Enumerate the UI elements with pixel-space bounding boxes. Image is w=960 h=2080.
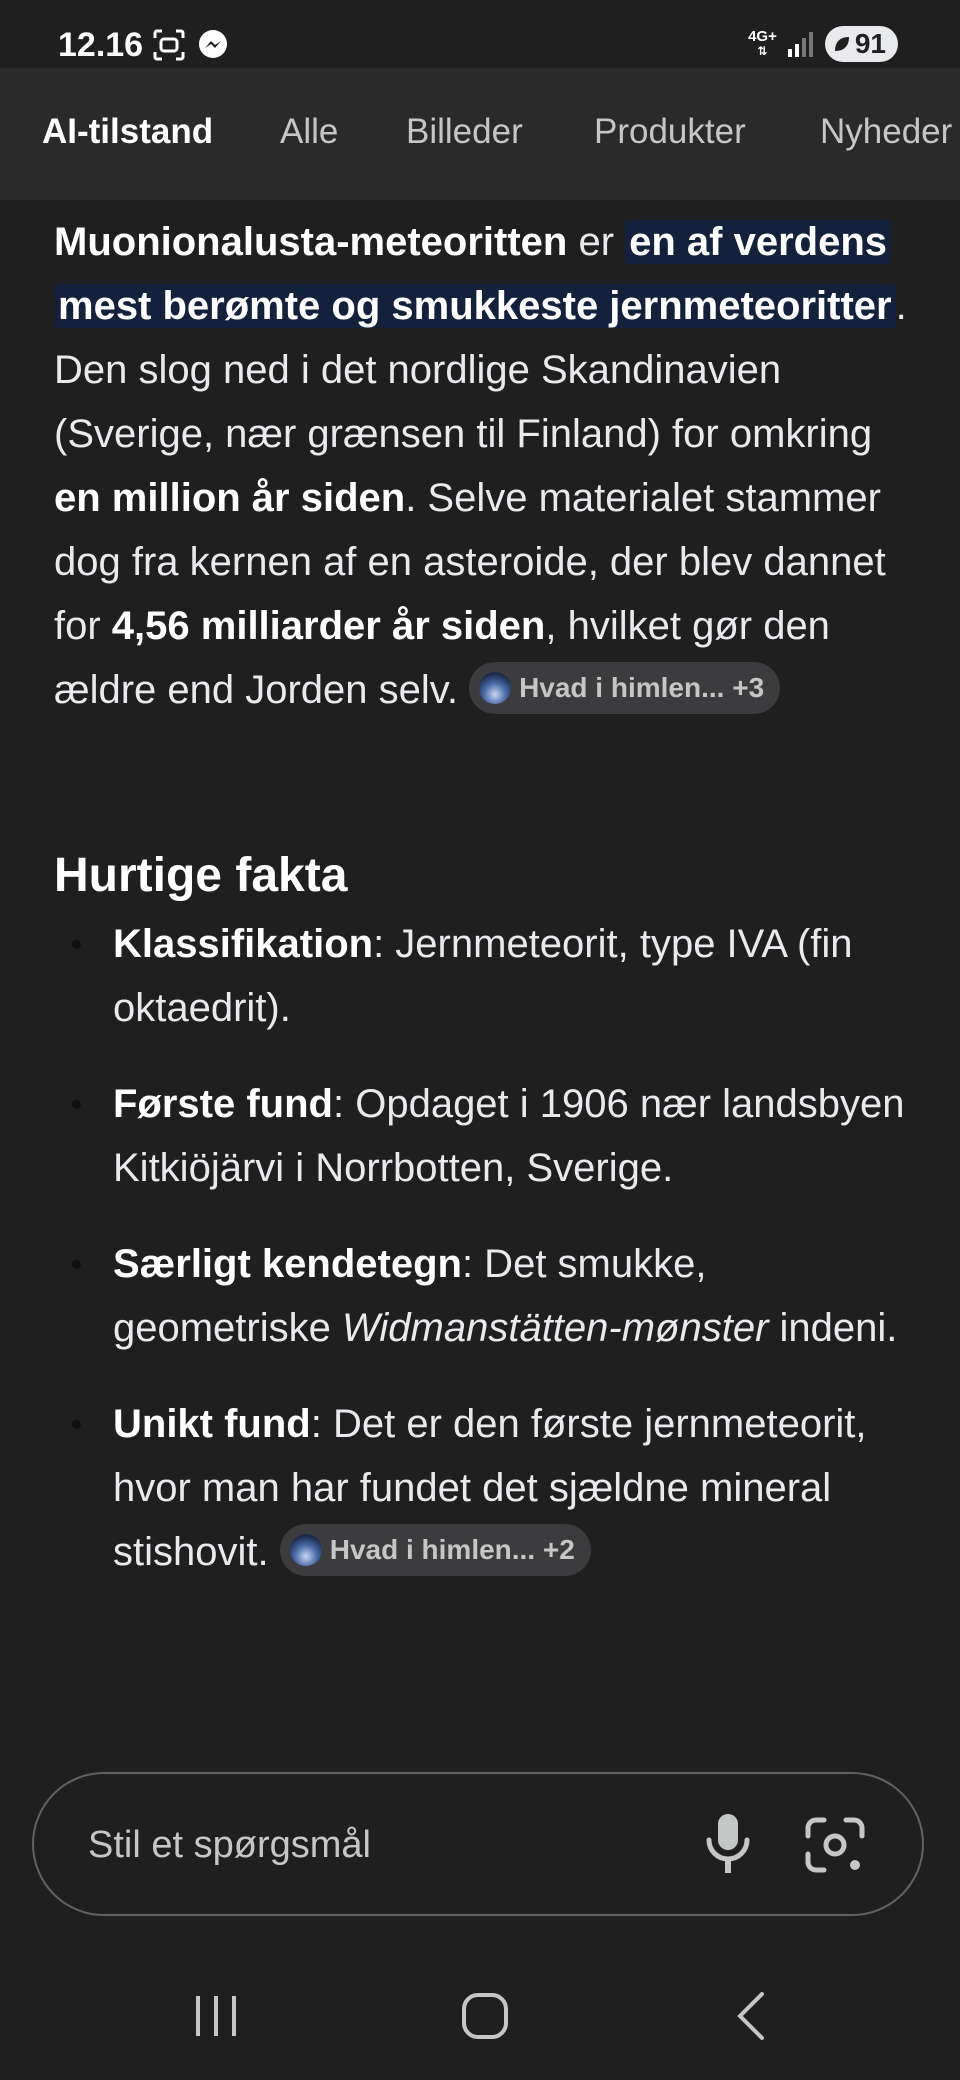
meteorite-name: Muonionalusta-meteoritten — [54, 220, 568, 264]
tab-ai-mode[interactable]: AI-tilstand — [42, 112, 213, 152]
back-icon[interactable] — [724, 1988, 784, 2044]
network-type: 4G+ ⇅ — [748, 28, 777, 58]
home-icon[interactable] — [455, 1988, 515, 2044]
list-item: Første fund: Opdaget i 1906 nær landsbye… — [0, 1072, 960, 1200]
ai-answer: Muonionalusta-meteoritten er en af verde… — [0, 200, 960, 1772]
tab-products[interactable]: Produkter — [594, 112, 746, 152]
source-chip[interactable]: Hvad i himlen... +2 — [279, 1524, 591, 1577]
tab-news[interactable]: Nyheder — [820, 112, 952, 152]
screenshot-icon — [153, 29, 185, 61]
list-item: Unikt fund: Det er den første jernmeteor… — [0, 1392, 960, 1584]
battery-level: 91 — [854, 28, 886, 59]
status-time: 12.16 — [58, 26, 144, 64]
ask-input-placeholder[interactable]: Stil et spørgsmål — [88, 1824, 371, 1867]
battery-indicator: 91 — [824, 26, 898, 62]
source-thumbnail — [289, 1534, 322, 1567]
battery-leaf-icon — [834, 37, 849, 51]
source-thumbnail — [479, 672, 512, 705]
messenger-icon — [199, 30, 227, 58]
system-navigation-bar — [0, 1952, 960, 2080]
list-item: Klassifikation: Jernmeteorit, type IVA (… — [0, 912, 960, 1040]
camera-lens-icon[interactable] — [804, 1814, 866, 1876]
search-mode-tabs: AI-tilstand Alle Billeder Produkter Nyhe… — [0, 68, 960, 200]
signal-icon — [787, 32, 813, 57]
data-arrows-icon: ⇅ — [757, 44, 768, 58]
ask-input-box[interactable]: Stil et spørgsmål — [32, 1772, 924, 1916]
section-heading: Hurtige fakta — [54, 849, 348, 902]
tab-images[interactable]: Billeder — [406, 112, 523, 152]
microphone-icon[interactable] — [698, 1810, 758, 1878]
tab-all[interactable]: Alle — [280, 112, 338, 152]
answer-paragraph: Muonionalusta-meteoritten er en af verde… — [54, 210, 914, 722]
recent-apps-icon[interactable] — [186, 1988, 246, 2044]
list-item: Særligt kendetegn: Det smukke, geometris… — [0, 1232, 960, 1360]
facts-list: Klassifikation: Jernmeteorit, type IVA (… — [0, 912, 960, 1616]
source-chip[interactable]: Hvad i himlen... +3 — [469, 662, 781, 715]
scroll-fade — [0, 1712, 960, 1772]
